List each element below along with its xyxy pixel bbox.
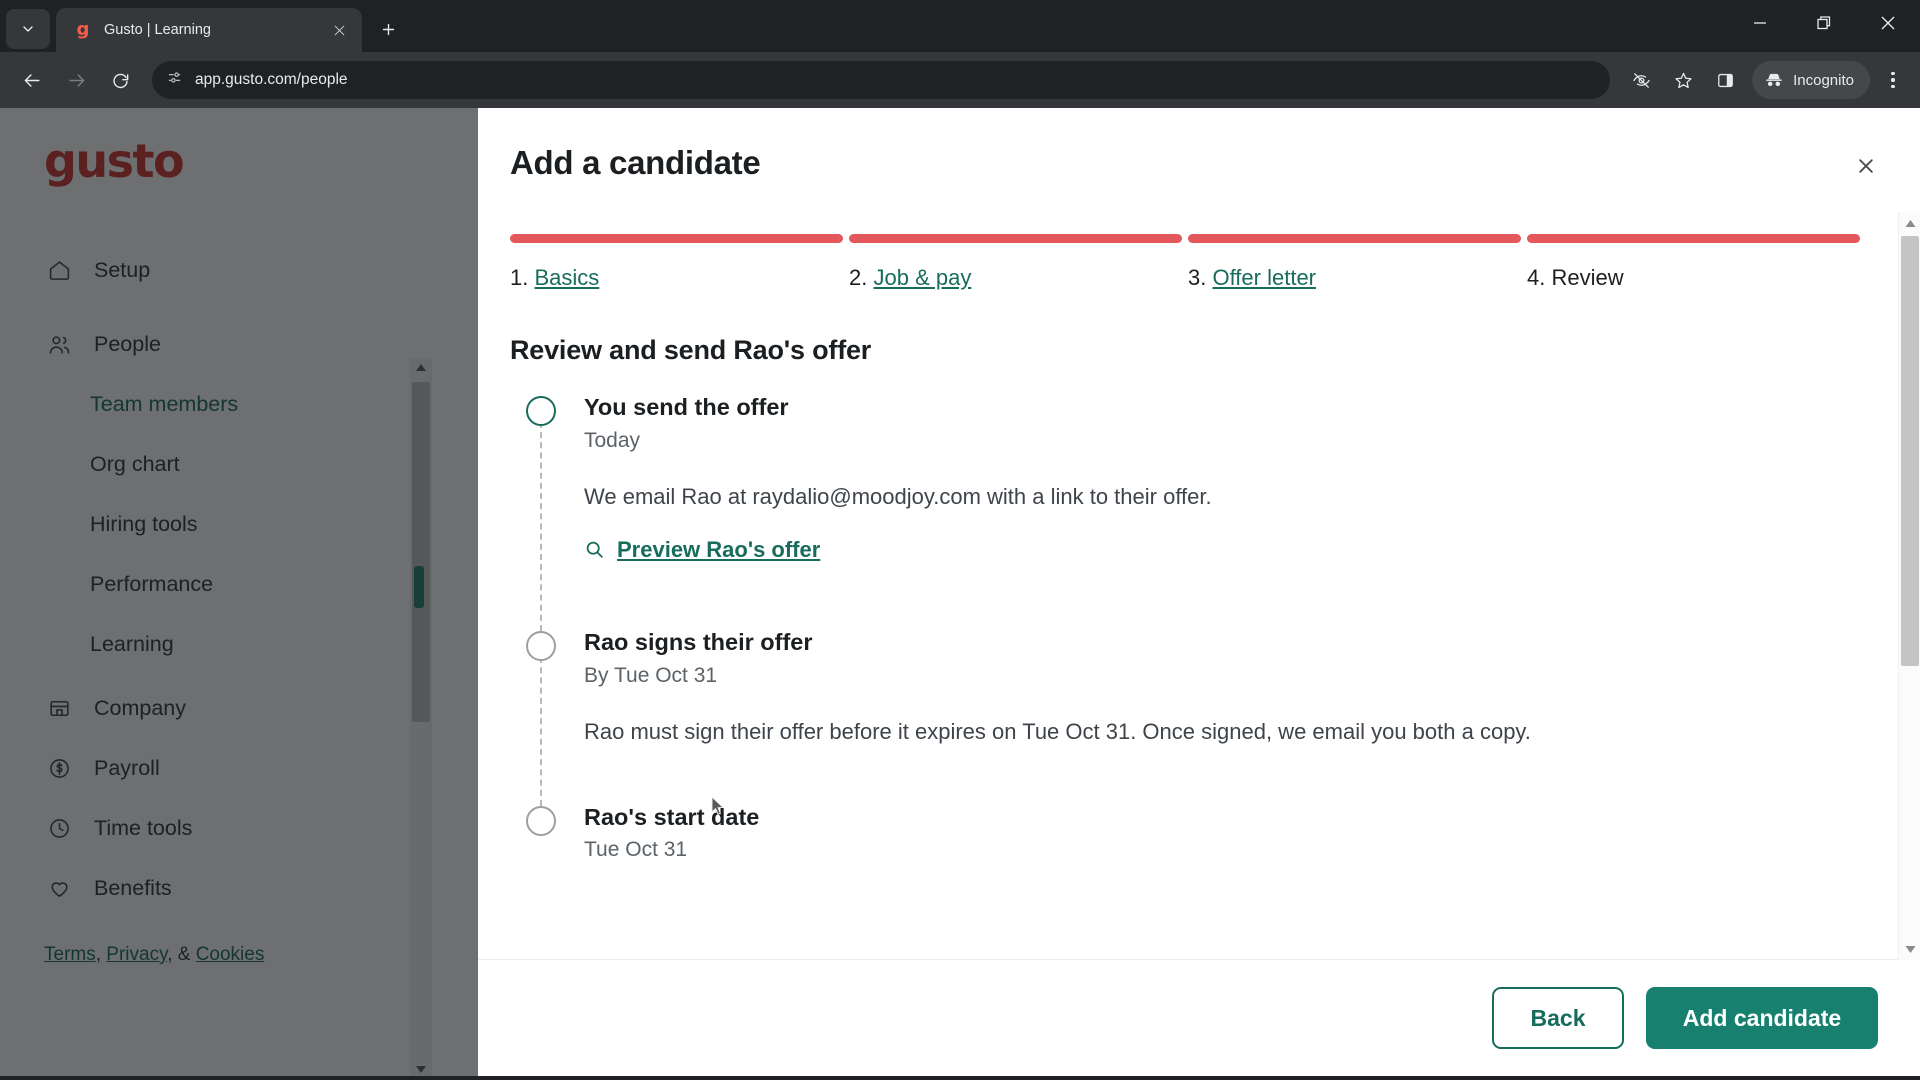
browser-tab[interactable]: g Gusto | Learning xyxy=(56,8,362,52)
chevron-down-icon xyxy=(23,26,33,32)
star-icon xyxy=(1675,72,1692,88)
step-offer-letter[interactable]: 3. Offer letter xyxy=(1188,234,1521,291)
timeline-connector xyxy=(540,422,542,632)
step-progress-bar xyxy=(1527,234,1860,243)
timeline-dot xyxy=(526,805,556,836)
timeline-dot xyxy=(526,396,556,426)
timeline-heading: Rao's start date xyxy=(584,803,760,830)
modal-close-button[interactable] xyxy=(1848,148,1884,184)
timeline-heading: You send the offer xyxy=(584,394,789,420)
add-candidate-button[interactable]: Add candidate xyxy=(1646,987,1878,1049)
close-icon xyxy=(1881,16,1895,30)
tab-title: Gusto | Learning xyxy=(104,22,211,38)
bookmark-button[interactable] xyxy=(1664,61,1702,99)
modal-scrollbar[interactable] xyxy=(1898,212,1920,960)
kebab-dot xyxy=(1891,84,1895,89)
modal-scroll-area: 1. Basics 2. Job & pay 3. Offer letter 4… xyxy=(478,212,1920,960)
reload-icon xyxy=(112,73,128,88)
timeline-subtext: Tue Oct 31 xyxy=(584,838,688,862)
browser-toolbar: app.gusto.com/people Incognito xyxy=(0,52,1920,108)
tab-search-button[interactable] xyxy=(6,9,50,49)
eye-off-icon xyxy=(1632,72,1650,88)
tab-close-button[interactable] xyxy=(326,17,352,43)
wizard-stepper: 1. Basics 2. Job & pay 3. Offer letter 4… xyxy=(510,234,1860,291)
side-panel-icon xyxy=(1717,73,1733,87)
back-button[interactable]: Back xyxy=(1492,987,1624,1049)
preview-offer-label: Preview Rao's offer xyxy=(617,536,821,562)
incognito-icon xyxy=(1766,73,1782,87)
address-text: app.gusto.com/people xyxy=(195,71,348,88)
step-number: 1. xyxy=(510,265,529,290)
step-progress-bar xyxy=(510,234,843,243)
browser-menu-button[interactable] xyxy=(1876,61,1910,99)
back-arrow-icon xyxy=(24,73,40,87)
step-text: Review xyxy=(1551,265,1624,290)
modal-scroll-down-arrow[interactable] xyxy=(1899,940,1920,958)
tab-strip: g Gusto | Learning xyxy=(0,0,1920,52)
step-job-and-pay[interactable]: 2. Job & pay xyxy=(849,234,1182,291)
browser-window: g Gusto | Learning app.gusto.com/people … xyxy=(0,0,1920,1080)
incognito-indicator[interactable]: Incognito xyxy=(1752,61,1870,99)
step-progress-bar xyxy=(1188,234,1521,243)
third-party-cookies-button[interactable] xyxy=(1622,61,1660,99)
reload-button[interactable] xyxy=(100,60,140,100)
incognito-label: Incognito xyxy=(1793,71,1854,89)
site-settings-icon[interactable] xyxy=(166,69,183,91)
timeline-item-start-date: Rao's start date Tue Oct 31 xyxy=(510,802,1860,863)
timeline-connector xyxy=(540,657,542,806)
add-candidate-modal: Add a candidate 1. Basics 2. Job & pay 3… xyxy=(478,108,1920,1076)
timeline-item-send-offer: You send the offer Today We email Rao at… xyxy=(510,392,1860,632)
magnifier-icon xyxy=(586,541,603,558)
modal-scroll-up-arrow[interactable] xyxy=(1899,214,1920,232)
step-label: 3. Offer letter xyxy=(1188,265,1521,291)
modal-title: Add a candidate xyxy=(510,144,761,181)
timeline-item-sign-offer: Rao signs their offer By Tue Oct 31 Rao … xyxy=(510,627,1860,806)
step-link[interactable]: Offer letter xyxy=(1212,265,1316,290)
timeline-body: We email Rao at raydalio@moodjoy.com wit… xyxy=(584,483,1212,509)
page-title: Review and send Rao's offer xyxy=(510,335,872,365)
forward-button[interactable] xyxy=(56,60,96,100)
step-link[interactable]: Basics xyxy=(534,265,599,290)
window-controls xyxy=(1728,0,1920,46)
step-label: 4. Review xyxy=(1527,265,1860,291)
close-icon xyxy=(334,25,344,35)
step-number: 4. xyxy=(1527,265,1546,290)
timeline-body: Rao must sign their offer before it expi… xyxy=(584,718,1531,744)
preview-offer-link[interactable]: Preview Rao's offer xyxy=(584,537,820,563)
step-review: 4. Review xyxy=(1527,234,1860,291)
offer-timeline: You send the offer Today We email Rao at… xyxy=(510,392,1860,862)
step-label: 1. Basics xyxy=(510,265,843,291)
forward-arrow-icon xyxy=(68,73,84,87)
modal-body: 1. Basics 2. Job & pay 3. Offer letter 4… xyxy=(478,212,1920,960)
back-button[interactable] xyxy=(12,60,52,100)
timeline-dot xyxy=(526,631,556,662)
timeline-subtext: Today xyxy=(584,428,641,452)
minimize-icon xyxy=(1754,22,1766,24)
timeline-subtext: By Tue Oct 31 xyxy=(584,663,718,687)
close-icon xyxy=(1859,159,1873,173)
address-bar[interactable]: app.gusto.com/people xyxy=(152,61,1611,99)
new-tab-button[interactable] xyxy=(370,11,406,47)
step-link[interactable]: Job & pay xyxy=(873,265,971,290)
plus-icon xyxy=(382,23,394,35)
side-panel-button[interactable] xyxy=(1706,61,1744,99)
modal-footer: Back Add candidate xyxy=(478,960,1920,1076)
page-viewport: gusto Setup People xyxy=(0,108,1920,1076)
step-number: 2. xyxy=(849,265,868,290)
timeline-heading: Rao signs their offer xyxy=(584,629,813,656)
step-number: 3. xyxy=(1188,265,1207,290)
step-basics[interactable]: 1. Basics xyxy=(510,234,843,291)
step-label: 2. Job & pay xyxy=(849,265,1182,291)
kebab-dot xyxy=(1891,71,1895,76)
modal-scrollbar-thumb[interactable] xyxy=(1901,236,1919,666)
gusto-favicon: g xyxy=(76,19,90,40)
maximize-button[interactable] xyxy=(1792,0,1856,46)
step-progress-bar xyxy=(849,234,1182,243)
modal-header: Add a candidate xyxy=(478,108,1920,212)
kebab-dot xyxy=(1891,78,1895,82)
close-window-button[interactable] xyxy=(1856,0,1920,46)
maximize-icon xyxy=(1817,16,1831,30)
minimize-button[interactable] xyxy=(1728,0,1792,46)
